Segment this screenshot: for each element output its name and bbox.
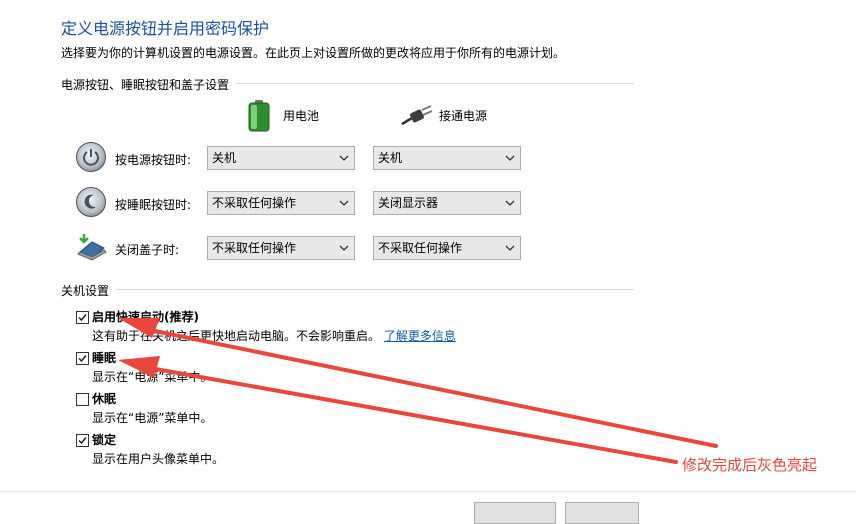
annotation-arrow-fast-startup bbox=[148, 328, 718, 448]
annotation-text: 修改完成后灰色亮起 bbox=[682, 456, 818, 474]
annotation-arrowhead bbox=[118, 356, 160, 378]
annotation-arrowhead bbox=[118, 318, 160, 338]
annotation-arrows bbox=[118, 318, 718, 464]
